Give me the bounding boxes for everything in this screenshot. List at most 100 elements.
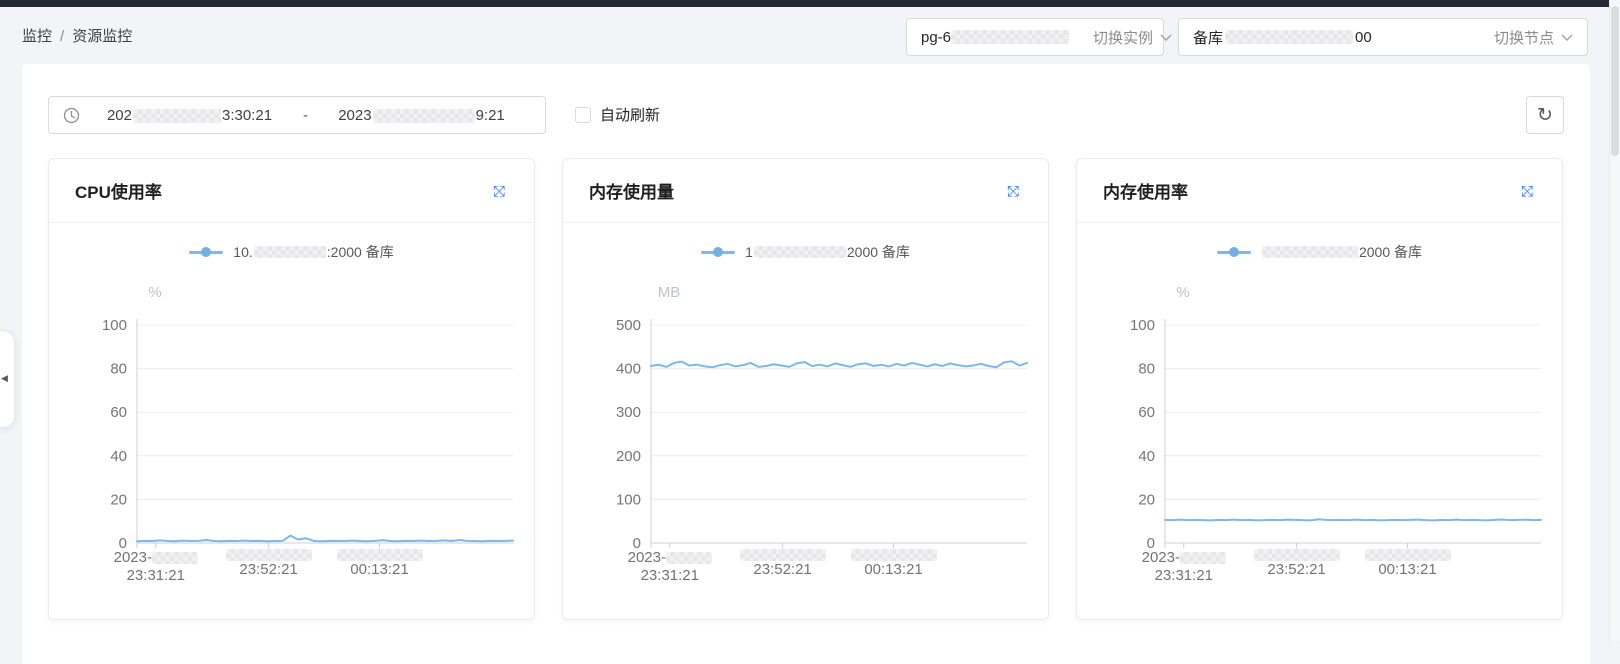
y-tick-label: 100 bbox=[102, 317, 127, 334]
cpu-usage-line-chart[interactable]: 020406080100% bbox=[49, 271, 534, 591]
sidebar-collapse-handle[interactable]: ◀ bbox=[0, 330, 15, 428]
y-tick-label: 200 bbox=[616, 448, 641, 465]
redacted-text bbox=[152, 552, 198, 564]
monitoring-panel: 2023:30:21 - 20239:21 自动刷新 ↻ CPU使用率 ⤢ ⤡ bbox=[22, 64, 1590, 664]
switch-node-action[interactable]: 切换节点 bbox=[1470, 27, 1573, 48]
clock-icon bbox=[63, 107, 80, 124]
axis-unit-label: MB bbox=[658, 284, 681, 301]
axis-unit-label: % bbox=[148, 284, 161, 301]
x-axis-label: 00:13:21 bbox=[851, 549, 937, 579]
card-title: CPU使用率 bbox=[75, 178, 162, 203]
y-tick-label: 100 bbox=[1130, 317, 1155, 334]
redacted-text bbox=[851, 549, 937, 561]
y-tick-label: 60 bbox=[1138, 404, 1155, 421]
legend-suffix: :2000 备库 bbox=[327, 242, 394, 262]
card-title: 内存使用率 bbox=[1103, 178, 1188, 203]
series-line bbox=[137, 536, 513, 542]
memory-usage-amount-line-chart[interactable]: 0100200300400500MB bbox=[563, 271, 1048, 591]
x-axis-label: 00:13:21 bbox=[337, 549, 423, 579]
instance-value: pg-6 bbox=[921, 29, 1069, 46]
x-label-time: 00:13:21 bbox=[1378, 561, 1436, 578]
x-label-time: 23:52:21 bbox=[753, 561, 811, 578]
chart-area: 020406080100% 2023- 23:31:21 23:52:21 00… bbox=[1077, 271, 1562, 601]
card-header: CPU使用率 ⤢ ⤡ bbox=[49, 159, 534, 223]
scrollbar-thumb[interactable] bbox=[1611, 6, 1619, 156]
x-axis-label: 2023- 23:31:21 bbox=[628, 549, 712, 585]
node-selector[interactable]: 备库 00 切换节点 bbox=[1178, 18, 1588, 56]
y-tick-label: 40 bbox=[1138, 448, 1155, 465]
y-tick-label: 400 bbox=[616, 361, 641, 378]
axis-unit-label: % bbox=[1176, 284, 1189, 301]
node-value-suffix: 00 bbox=[1355, 29, 1372, 46]
redacted-text bbox=[1254, 549, 1340, 561]
y-tick-label: 80 bbox=[1138, 361, 1155, 378]
y-tick-label: 300 bbox=[616, 404, 641, 421]
redacted-text bbox=[951, 30, 1069, 44]
x-label-time: 23:52:21 bbox=[239, 561, 297, 578]
x-label-time: 23:31:21 bbox=[641, 567, 699, 584]
x-label-time: 00:13:21 bbox=[350, 561, 408, 578]
x-axis-label: 23:52:21 bbox=[1254, 549, 1340, 579]
top-navigation-bar bbox=[0, 0, 1610, 7]
auto-refresh-checkbox[interactable] bbox=[575, 107, 591, 123]
end-time-prefix: 2023 bbox=[338, 107, 371, 124]
node-value-prefix: 备库 bbox=[1193, 27, 1223, 48]
time-range-picker[interactable]: 2023:30:21 - 20239:21 bbox=[48, 96, 546, 134]
expand-icon[interactable]: ⤢ ⤡ bbox=[1004, 182, 1022, 200]
y-tick-label: 500 bbox=[616, 317, 641, 334]
series-line bbox=[1165, 519, 1541, 520]
breadcrumb-item-resource-monitoring: 资源监控 bbox=[72, 28, 132, 45]
instance-selector[interactable]: pg-6 切换实例 bbox=[906, 18, 1164, 56]
collapse-left-icon: ◀ bbox=[1, 375, 8, 384]
y-tick-label: 60 bbox=[110, 404, 127, 421]
x-axis-label: 23:52:21 bbox=[226, 549, 312, 579]
vertical-scrollbar[interactable] bbox=[1609, 0, 1620, 641]
legend-suffix: 2000 备库 bbox=[1359, 242, 1422, 262]
breadcrumb: 监控 / 资源监控 bbox=[22, 25, 132, 46]
redacted-text bbox=[740, 549, 826, 561]
refresh-icon: ↻ bbox=[1537, 106, 1553, 125]
legend-label: 1 2000 备库 bbox=[745, 242, 910, 262]
redacted-text bbox=[254, 246, 326, 258]
redacted-text bbox=[1180, 552, 1226, 564]
chart-area: 0100200300400500MB 2023- 23:31:21 23:52:… bbox=[563, 271, 1048, 601]
expand-icon[interactable]: ⤢ ⤡ bbox=[490, 182, 508, 200]
legend-label: 10. :2000 备库 bbox=[233, 242, 393, 262]
memory-usage-amount-card: 内存使用量 ⤢ ⤡ 1 2000 备库 0100200300400500MB 2… bbox=[562, 158, 1049, 620]
chart-legend[interactable]: 10. :2000 备库 bbox=[49, 241, 534, 263]
memory-usage-rate-line-chart[interactable]: 020406080100% bbox=[1077, 271, 1562, 591]
chart-legend[interactable]: 1 2000 备库 bbox=[563, 241, 1048, 263]
start-time-suffix: 3:30:21 bbox=[222, 107, 272, 124]
refresh-button[interactable]: ↻ bbox=[1526, 96, 1564, 134]
chevron-down-icon bbox=[1561, 34, 1573, 41]
switch-instance-action[interactable]: 切换实例 bbox=[1069, 27, 1172, 48]
redacted-text bbox=[754, 246, 846, 258]
expand-arrow-glyph: ⤡ bbox=[1004, 182, 1022, 200]
legend-marker-icon bbox=[701, 247, 735, 257]
breadcrumb-separator: / bbox=[60, 28, 64, 45]
breadcrumb-item-monitoring[interactable]: 监控 bbox=[22, 28, 52, 45]
x-label-time: 23:31:21 bbox=[127, 567, 185, 584]
chart-legend[interactable]: 2000 备库 bbox=[1077, 241, 1562, 263]
auto-refresh-control: 自动刷新 bbox=[575, 104, 660, 125]
time-range-start: 2023:30:21 bbox=[80, 107, 299, 124]
x-label-time: 23:31:21 bbox=[1155, 567, 1213, 584]
expand-arrow-glyph: ⤡ bbox=[490, 182, 508, 200]
x-label-date-prefix: 2023- bbox=[628, 549, 666, 567]
legend-marker-icon bbox=[189, 247, 223, 257]
legend-suffix: 2000 备库 bbox=[847, 242, 910, 262]
chart-cards-row: CPU使用率 ⤢ ⤡ 10. :2000 备库 020406080100% 20… bbox=[22, 158, 1590, 620]
expand-arrow-glyph: ⤡ bbox=[1518, 182, 1536, 200]
cpu-usage-card: CPU使用率 ⤢ ⤡ 10. :2000 备库 020406080100% 20… bbox=[48, 158, 535, 620]
memory-usage-rate-card: 内存使用率 ⤢ ⤡ 2000 备库 020406080100% 2023- bbox=[1076, 158, 1563, 620]
redacted-text bbox=[1225, 30, 1353, 44]
expand-icon[interactable]: ⤢ ⤡ bbox=[1518, 182, 1536, 200]
legend-prefix: 1 bbox=[745, 244, 753, 260]
legend-marker-icon bbox=[1217, 247, 1251, 257]
y-tick-label: 40 bbox=[110, 448, 127, 465]
y-tick-label: 100 bbox=[616, 491, 641, 508]
y-tick-label: 20 bbox=[1138, 491, 1155, 508]
x-label-time: 00:13:21 bbox=[864, 561, 922, 578]
instance-value-prefix: pg-6 bbox=[921, 29, 951, 46]
switch-node-label: 切换节点 bbox=[1494, 27, 1554, 48]
